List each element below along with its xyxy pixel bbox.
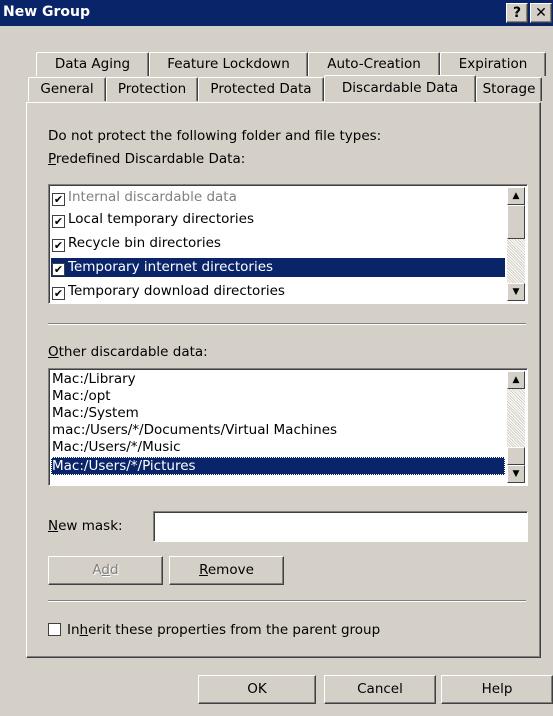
list-item[interactable]: Mac:/opt xyxy=(51,388,505,405)
tab-expiration[interactable]: Expiration xyxy=(440,52,546,76)
predefined-scrollbar[interactable]: ▲ ▼ xyxy=(507,187,525,301)
close-title-button[interactable]: ✕ xyxy=(530,3,552,23)
checkbox-checked-icon[interactable]: ✔ xyxy=(52,239,65,252)
tab-auto-creation[interactable]: Auto-Creation xyxy=(308,52,440,76)
tab-storage[interactable]: Storage xyxy=(476,77,542,101)
window-title: New Group xyxy=(3,4,91,20)
tab-feature-lockdown[interactable]: Feature Lockdown xyxy=(149,52,308,76)
scroll-track[interactable] xyxy=(507,239,525,283)
help-button[interactable]: Help xyxy=(441,675,553,704)
scroll-down-icon[interactable]: ▼ xyxy=(507,465,525,483)
cancel-button[interactable]: Cancel xyxy=(324,675,436,704)
list-item[interactable]: ✔ Local temporary directories xyxy=(51,210,505,229)
tab-protected-data[interactable]: Protected Data xyxy=(198,77,324,101)
checkbox-checked-icon[interactable]: ✔ xyxy=(52,287,65,300)
add-button[interactable]: Add xyxy=(48,556,163,585)
ok-button[interactable]: OK xyxy=(198,675,316,704)
predefined-discardable-list[interactable]: ✔ Internal discardable data ✔ Local tempor… xyxy=(48,184,528,304)
predefined-label: Predefined Discardable Data: xyxy=(48,151,246,167)
separator xyxy=(48,323,526,325)
new-mask-label: New mask: xyxy=(48,518,123,534)
checkbox-checked-icon[interactable]: ✔ xyxy=(52,193,65,206)
tab-protection[interactable]: Protection xyxy=(106,77,198,101)
list-item[interactable]: Mac:/Library xyxy=(51,371,505,388)
title-bar: New Group ? ✕ xyxy=(0,0,553,26)
checkbox-checked-icon[interactable]: ✔ xyxy=(52,215,65,228)
scroll-up-icon[interactable]: ▲ xyxy=(507,187,525,205)
checkbox-checked-icon[interactable]: ✔ xyxy=(52,263,65,276)
list-item[interactable]: Mac:/System xyxy=(51,405,505,422)
intro-text: Do not protect the following folder and … xyxy=(48,128,382,144)
tab-discardable-data[interactable]: Discardable Data xyxy=(324,75,476,102)
list-item[interactable]: ✔ Temporary download directories xyxy=(51,282,505,301)
list-item[interactable]: mac:/Users/*/Documents/Virtual Machines xyxy=(51,422,505,439)
tab-data-aging[interactable]: Data Aging xyxy=(36,52,149,76)
scroll-thumb[interactable] xyxy=(507,205,525,239)
list-item-selected[interactable]: ✔ Temporary internet directories xyxy=(51,258,505,277)
scroll-down-icon[interactable]: ▼ xyxy=(507,283,525,301)
list-item[interactable]: ✔ Internal discardable data xyxy=(51,188,505,207)
new-mask-input[interactable] xyxy=(153,511,528,542)
scroll-thumb[interactable] xyxy=(507,447,525,465)
inherit-properties-checkbox[interactable]: Inherit these properties from the parent… xyxy=(48,622,380,638)
scroll-track[interactable] xyxy=(507,389,525,447)
checkbox-unchecked-icon[interactable] xyxy=(48,623,61,636)
separator xyxy=(48,600,526,602)
list-item-selected[interactable]: Mac:/Users/*/Pictures xyxy=(51,457,505,475)
list-item[interactable]: Mac:/Users/*/Music xyxy=(51,439,505,456)
other-discardable-list[interactable]: Mac:/Library Mac:/opt Mac:/System mac:/U… xyxy=(48,368,528,486)
tab-general[interactable]: General xyxy=(28,77,106,101)
other-scrollbar[interactable]: ▲ ▼ xyxy=(507,371,525,483)
other-discardable-label: Other discardable data: xyxy=(48,344,208,360)
scroll-up-icon[interactable]: ▲ xyxy=(507,371,525,389)
list-item[interactable]: ✔ Recycle bin directories xyxy=(51,234,505,253)
help-title-button[interactable]: ? xyxy=(506,3,528,23)
remove-button[interactable]: Remove xyxy=(169,556,284,585)
